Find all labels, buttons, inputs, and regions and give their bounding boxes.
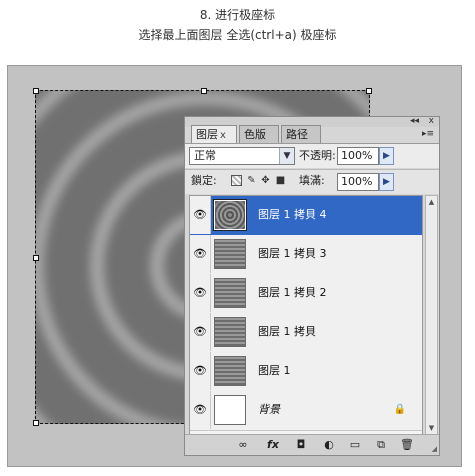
opacity-label: 不透明: [299,149,336,162]
transform-handle[interactable] [201,88,207,94]
tab-paths-label: 路径 [286,128,308,141]
collapse-panel-icon[interactable]: ◂◂ [410,116,419,126]
opacity-input[interactable]: 100% [337,147,379,165]
tab-paths[interactable]: 路径 [281,125,321,143]
layer-row[interactable]: 👁 图层 1 拷貝 2 [190,274,422,314]
layer-thumbnail [214,395,246,425]
layer-row[interactable]: 👁 背景 🔒 [190,391,422,431]
eye-icon[interactable]: 👁 [190,235,211,273]
scroll-up-icon[interactable]: ▲ [426,196,437,208]
eye-icon[interactable]: 👁 [190,313,211,351]
layer-row[interactable]: 👁 图层 1 [190,352,422,392]
link-layers-icon[interactable]: ∞ [235,438,251,452]
transform-handle[interactable] [33,420,39,426]
transform-handle[interactable] [33,88,39,94]
group-icon[interactable]: ▭ [347,438,363,452]
layer-thumbnail [214,317,246,347]
lock-label: 鎖定: [191,174,217,187]
adjustment-icon[interactable]: ◐ [321,438,337,452]
layer-row[interactable]: 👁 图层 1 拷貝 [190,313,422,353]
new-layer-icon[interactable]: ⧉ [373,438,389,452]
layer-thumbnail [214,278,246,308]
layer-thumbnail [214,356,246,386]
resize-grip-icon[interactable]: ◢ [432,445,437,453]
layer-list-scrollbar[interactable]: ▲ ▼ [425,195,438,435]
panel-footer: ∞ fx ◘ ◐ ▭ ⧉ 🗑 [185,434,439,455]
layer-name: 图层 1 拷貝 3 [258,247,327,260]
layer-thumbnail [214,239,246,269]
layers-panel: ◂◂ x 图层 x 色版 路径 ▸≡ 正常 ▼ 不透明: 100% ▶ 鎖定: ✎… [184,116,440,456]
layer-list: 👁 图层 1 拷貝 4 👁 图层 1 拷貝 3 👁 图层 1 拷貝 2 👁 图层… [189,195,423,435]
layer-name: 图层 1 拷貝 2 [258,286,327,299]
transparency-lock-icon[interactable] [231,175,242,186]
eye-icon[interactable]: 👁 [190,352,211,390]
close-panel-icon[interactable]: x [429,116,434,126]
panel-menu-icon[interactable]: ▸≡ [422,129,434,139]
fill-label: 填滿: [299,174,325,187]
blend-row: 正常 ▼ 不透明: 100% ▶ [185,144,439,168]
tab-channels[interactable]: 色版 [239,125,279,143]
fill-input[interactable]: 100% [337,173,379,191]
blend-mode-select[interactable]: 正常 ▼ [189,147,295,165]
chevron-down-icon[interactable]: ▼ [279,148,294,164]
eye-icon[interactable]: 👁 [190,196,211,234]
tab-layers[interactable]: 图层 x [191,125,237,144]
fill-slider-button[interactable]: ▶ [379,173,394,191]
blend-mode-value: 正常 [194,149,216,162]
opacity-slider-button[interactable]: ▶ [379,147,394,165]
layer-row[interactable]: 👁 图层 1 拷貝 3 [190,235,422,275]
brush-lock-icon[interactable]: ✎ [246,175,257,186]
padlock-icon[interactable]: ■ [275,175,286,186]
mask-icon[interactable]: ◘ [293,438,309,452]
trash-icon[interactable]: 🗑 [399,438,415,452]
scroll-down-icon[interactable]: ▼ [426,422,437,434]
lock-icon: 🔒 [393,404,406,415]
lock-row: 鎖定: ✎ ✥ ■ 填滿: 100% ▶ [185,169,439,194]
transform-handle[interactable] [33,255,39,261]
move-lock-icon[interactable]: ✥ [260,175,271,186]
eye-icon[interactable]: 👁 [190,391,211,429]
layer-name: 图层 1 [258,364,291,377]
eye-icon[interactable]: 👁 [190,274,211,312]
fx-icon[interactable]: fx [265,438,281,452]
tab-layers-label: 图层 [196,128,218,141]
layer-name: 背景 [258,403,280,416]
layer-name: 图层 1 拷貝 4 [258,208,327,221]
step-caption: 8. 进行极座标 [199,8,276,22]
layer-thumbnail [213,199,247,231]
transform-handle[interactable] [366,88,372,94]
instruction-caption: 选择最上面图层 全选(ctrl+a) 极座标 [138,28,337,42]
close-tab-icon[interactable]: x [220,130,226,141]
tab-channels-label: 色版 [244,128,266,141]
layer-name: 图层 1 拷貝 [258,325,316,338]
layer-row[interactable]: 👁 图层 1 拷貝 4 [190,196,422,236]
